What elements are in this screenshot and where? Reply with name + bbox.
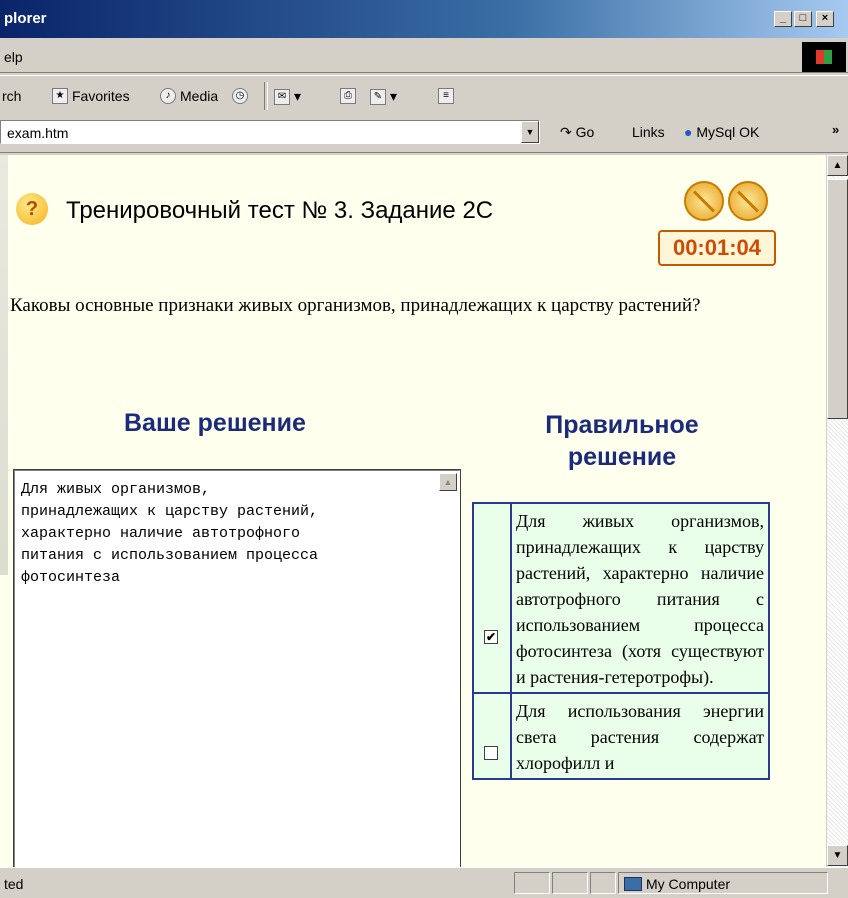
- timer-display: 00:01:04: [658, 230, 776, 266]
- windows-logo: [802, 42, 846, 72]
- edit-dropdown-icon: ▾: [390, 88, 398, 104]
- mysql-link[interactable]: ● MySql OK: [684, 124, 759, 140]
- edit-button[interactable]: ✎ ▾: [370, 88, 397, 105]
- answer-checkbox-checked[interactable]: ✔: [484, 630, 498, 644]
- your-solution-title: Ваше решение: [124, 409, 306, 437]
- security-zone: My Computer: [624, 876, 730, 892]
- favorites-button[interactable]: ★ Favorites: [52, 88, 130, 104]
- answer-text: Для живых организмов, принадлежащих к ца…: [21, 481, 319, 586]
- search-label: rch: [2, 88, 22, 104]
- timer-controls: [684, 181, 768, 221]
- links-more-chevron-icon[interactable]: »: [832, 122, 839, 137]
- timer-stop-icon[interactable]: [728, 181, 768, 221]
- timer-toggle-icon[interactable]: [684, 181, 724, 221]
- page-scrollbar[interactable]: ▲ ▼: [826, 155, 848, 867]
- address-input[interactable]: exam.htm ▼: [0, 120, 540, 144]
- mail-button[interactable]: ✉ ▾: [274, 88, 301, 105]
- address-bar: exam.htm ▼ ↷ Go Links ● MySql OK »: [0, 116, 848, 153]
- table-row: Для использования энергии света растения…: [474, 694, 768, 778]
- discuss-button[interactable]: ≡: [438, 88, 454, 104]
- close-button[interactable]: ×: [816, 11, 834, 27]
- toolbar-separator: [264, 82, 268, 110]
- answer-textarea[interactable]: Для живых организмов, принадлежащих к ца…: [13, 469, 461, 867]
- page-title: Тренировочный тест № 3. Задание 2С: [66, 197, 494, 224]
- ie-page-icon: ●: [684, 124, 693, 140]
- correct-answers-table: ✔ Для живых организмов, принадлежащих к …: [472, 502, 770, 780]
- menu-item-help[interactable]: elp: [4, 49, 23, 65]
- favorites-label: Favorites: [72, 88, 130, 104]
- scroll-down-button[interactable]: ▼: [827, 845, 848, 866]
- media-button[interactable]: ♪ Media: [160, 88, 218, 104]
- mysql-link-label: MySql OK: [696, 124, 760, 140]
- media-icon: ♪: [160, 88, 176, 104]
- status-bar: ted My Computer: [0, 867, 848, 898]
- answer-check-cell: [474, 694, 512, 778]
- status-panel: [552, 872, 588, 894]
- history-icon: ◷: [232, 88, 248, 104]
- answer-text-cell: Для использования энергии света растения…: [516, 701, 764, 773]
- menu-bar: elp: [0, 40, 848, 73]
- search-button[interactable]: rch: [2, 88, 21, 104]
- mail-dropdown-icon: ▾: [294, 88, 302, 104]
- answer-checkbox-unchecked[interactable]: [484, 746, 498, 760]
- scrollbar-thumb[interactable]: [827, 179, 848, 419]
- question-icon: ?: [16, 193, 48, 225]
- table-row: ✔ Для живых организмов, принадлежащих к …: [474, 504, 768, 694]
- media-label: Media: [180, 88, 219, 104]
- page-content: ? Тренировочный тест № 3. Задание 2С 00:…: [0, 155, 826, 867]
- discuss-icon: ≡: [438, 88, 454, 104]
- links-label[interactable]: Links: [632, 124, 665, 140]
- window-title: plorer: [4, 10, 47, 27]
- go-label: Go: [575, 124, 595, 140]
- status-panel: [590, 872, 616, 894]
- my-computer-icon: [624, 877, 642, 891]
- address-url: exam.htm: [7, 125, 69, 141]
- zone-label: My Computer: [646, 876, 731, 892]
- window-titlebar[interactable]: plorer _ □ ×: [0, 0, 848, 38]
- print-button[interactable]: ⎙: [340, 88, 356, 104]
- toolbar: rch ★ Favorites ♪ Media ◷ ✉ ▾ ⎙ ✎ ▾ ≡: [0, 75, 848, 117]
- go-arrow-icon: ↷: [560, 124, 572, 140]
- favorites-icon: ★: [52, 88, 68, 104]
- edit-icon: ✎: [370, 88, 386, 105]
- address-dropdown-button[interactable]: ▼: [521, 121, 539, 143]
- print-icon: ⎙: [340, 88, 356, 104]
- question-text: Каковы основные признаки живых организмо…: [10, 295, 701, 316]
- answer-check-cell: ✔: [474, 504, 512, 692]
- maximize-button[interactable]: □: [794, 11, 812, 27]
- correct-solution-title: Правильное решение: [545, 411, 699, 471]
- status-text: ted: [4, 876, 24, 892]
- scroll-up-button[interactable]: ▲: [827, 155, 848, 176]
- answer-text-cell: Для живых организмов, принадлежащих к ца…: [516, 511, 764, 687]
- history-button[interactable]: ◷: [232, 88, 248, 104]
- textarea-scroll-up-button[interactable]: ▲: [439, 473, 457, 491]
- windows-flag-icon: [816, 50, 832, 64]
- window-left-edge: [0, 155, 8, 575]
- go-button[interactable]: ↷ Go: [560, 124, 594, 141]
- minimize-button[interactable]: _: [774, 11, 792, 27]
- status-panel: [514, 872, 550, 894]
- mail-icon: ✉: [274, 88, 290, 105]
